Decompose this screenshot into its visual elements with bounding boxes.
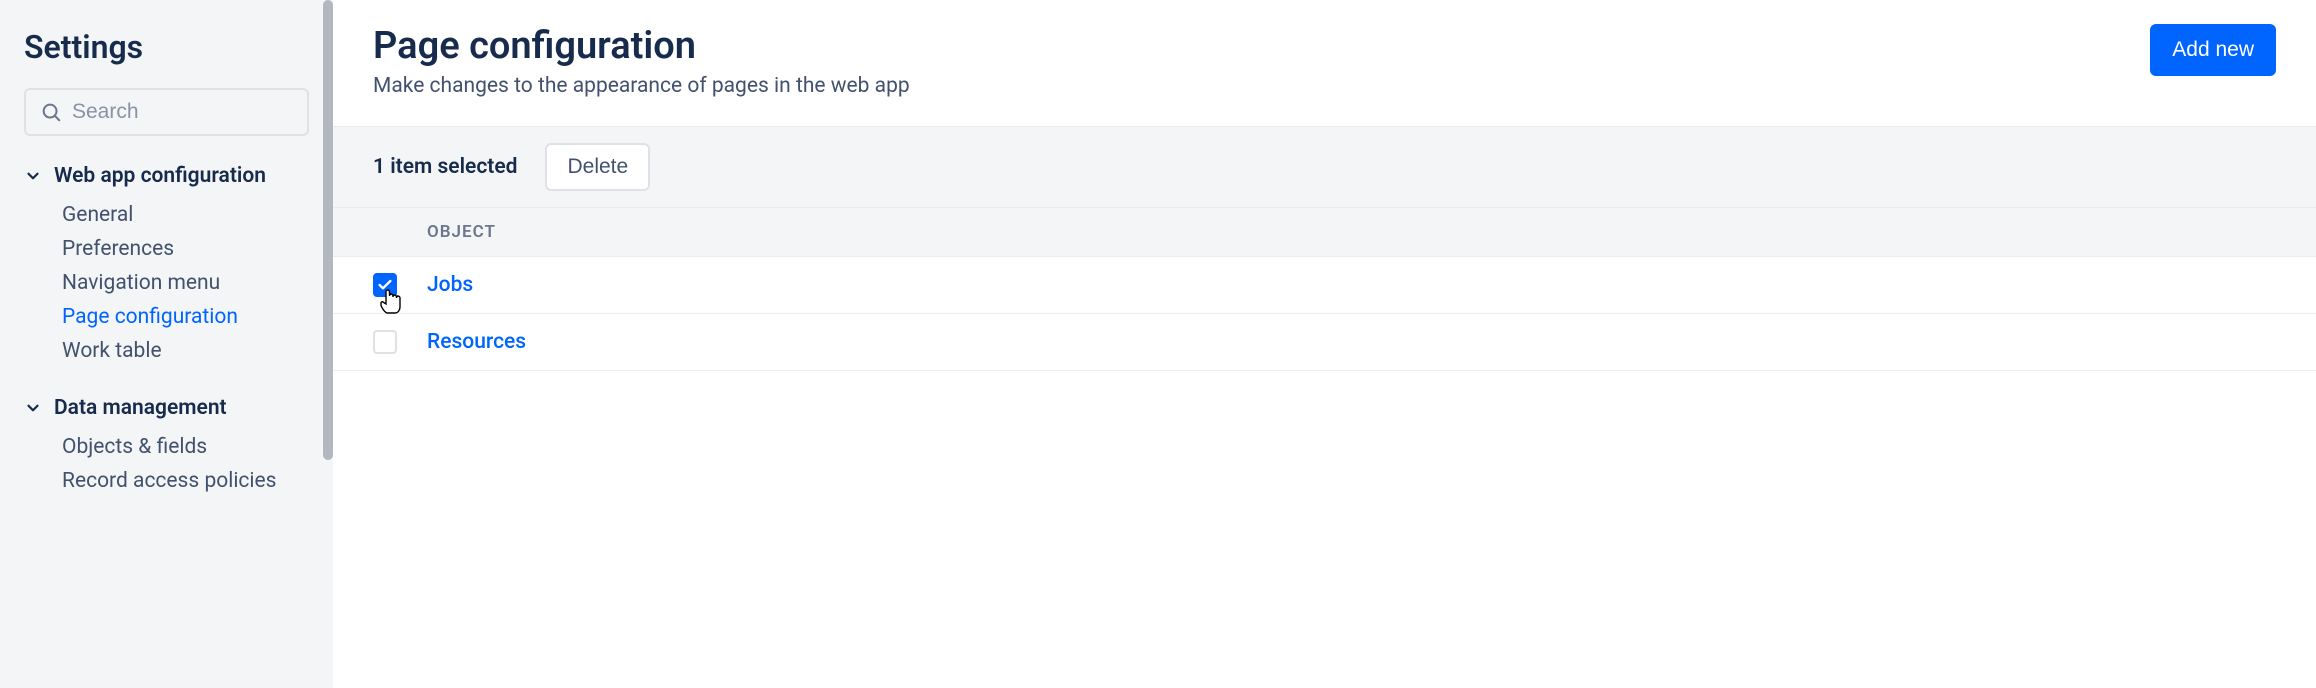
column-object: OBJECT xyxy=(427,222,496,242)
search-icon xyxy=(40,101,62,123)
nav-section-title: Web app configuration xyxy=(54,164,266,188)
table-header: OBJECT xyxy=(333,208,2316,257)
nav-section-data[interactable]: Data management xyxy=(24,396,309,420)
nav-item-general[interactable]: General xyxy=(62,198,309,232)
table-row: Jobs xyxy=(333,257,2316,314)
row-checkbox[interactable] xyxy=(373,330,397,354)
selection-bar: 1 item selected Delete xyxy=(333,126,2316,208)
sidebar-scrollbar[interactable] xyxy=(323,0,333,460)
add-new-button[interactable]: Add new xyxy=(2150,24,2276,76)
selection-count: 1 item selected xyxy=(373,155,517,179)
nav-item-objects-fields[interactable]: Objects & fields xyxy=(62,430,309,464)
nav-item-page-configuration[interactable]: Page configuration xyxy=(62,300,309,334)
sidebar-search[interactable] xyxy=(24,88,309,136)
row-link-jobs[interactable]: Jobs xyxy=(427,273,473,297)
page-title: Page configuration xyxy=(373,24,910,68)
chevron-down-icon xyxy=(24,167,42,185)
table-row: Resources xyxy=(333,314,2316,371)
chevron-down-icon xyxy=(24,399,42,417)
search-input[interactable] xyxy=(72,100,293,124)
settings-sidebar: Settings Web app configuration General P… xyxy=(0,0,333,688)
row-checkbox[interactable] xyxy=(373,273,397,297)
nav-item-work-table[interactable]: Work table xyxy=(62,334,309,368)
nav-item-navigation-menu[interactable]: Navigation menu xyxy=(62,266,309,300)
row-link-resources[interactable]: Resources xyxy=(427,330,526,354)
sidebar-title: Settings xyxy=(24,28,309,66)
delete-button[interactable]: Delete xyxy=(545,143,650,191)
nav-items-webapp: General Preferences Navigation menu Page… xyxy=(24,198,309,368)
page-subtitle: Make changes to the appearance of pages … xyxy=(373,74,910,98)
nav-items-data: Objects & fields Record access policies xyxy=(24,430,309,498)
nav-item-record-access-policies[interactable]: Record access policies xyxy=(62,464,309,498)
nav-item-preferences[interactable]: Preferences xyxy=(62,232,309,266)
nav-section-title: Data management xyxy=(54,396,227,420)
main-header: Page configuration Make changes to the a… xyxy=(333,0,2316,126)
nav-section-webapp[interactable]: Web app configuration xyxy=(24,164,309,188)
main-content: Page configuration Make changes to the a… xyxy=(333,0,2316,688)
